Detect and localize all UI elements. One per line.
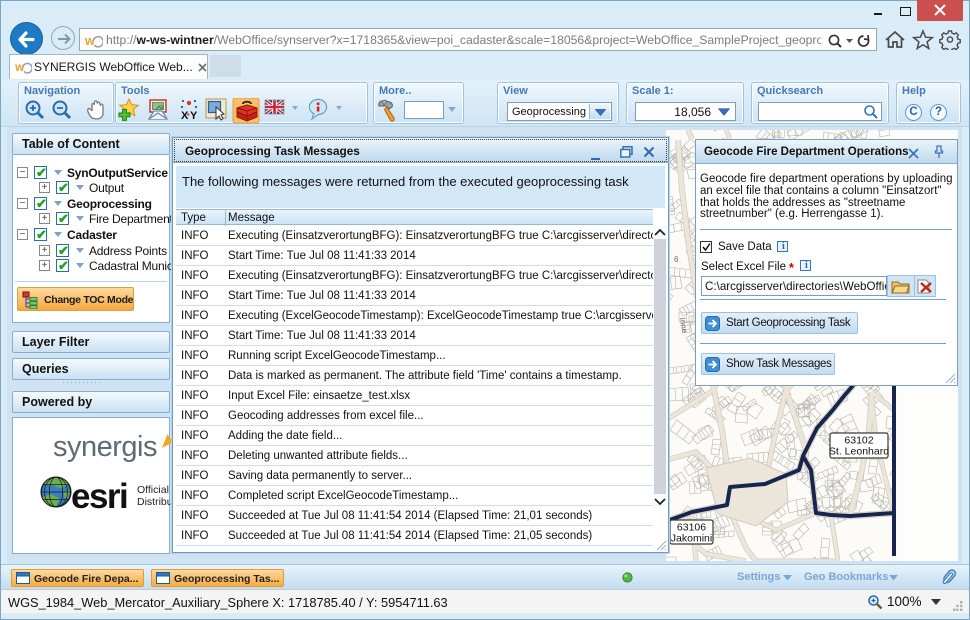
svg-text:X: X	[181, 110, 189, 122]
svg-text:Jakomini: Jakomini	[671, 533, 712, 545]
svg-text:Y: Y	[190, 110, 198, 122]
svg-text:St. Leonhard: St. Leonhard	[829, 446, 889, 458]
svg-text:6: 6	[674, 255, 679, 264]
